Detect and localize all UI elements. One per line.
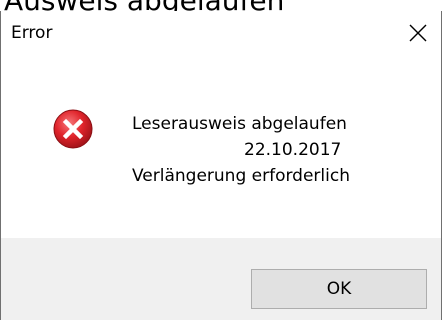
message-date: 22.10.2017 <box>244 140 342 160</box>
dialog-title: Error <box>11 23 53 43</box>
screen: Ausweis abgelaufen Error Leserausweis ab… <box>0 0 442 320</box>
message-line: Verlängerung erforderlich <box>132 166 350 186</box>
close-button[interactable] <box>395 11 441 55</box>
close-icon <box>409 24 427 42</box>
error-message: Leserausweis abgelaufen 22.10.2017 Verlä… <box>132 111 350 189</box>
dialog-content: Leserausweis abgelaufen 22.10.2017 Verlä… <box>1 55 441 238</box>
ok-button[interactable]: OK <box>251 269 427 309</box>
error-icon <box>53 109 93 149</box>
error-dialog: Error Leserausweis abgelaufen 22.10.2017… <box>0 11 442 320</box>
dialog-footer: OK <box>1 238 441 320</box>
message-line: Leserausweis abgelaufen <box>132 114 347 134</box>
dialog-titlebar[interactable]: Error <box>1 11 441 55</box>
